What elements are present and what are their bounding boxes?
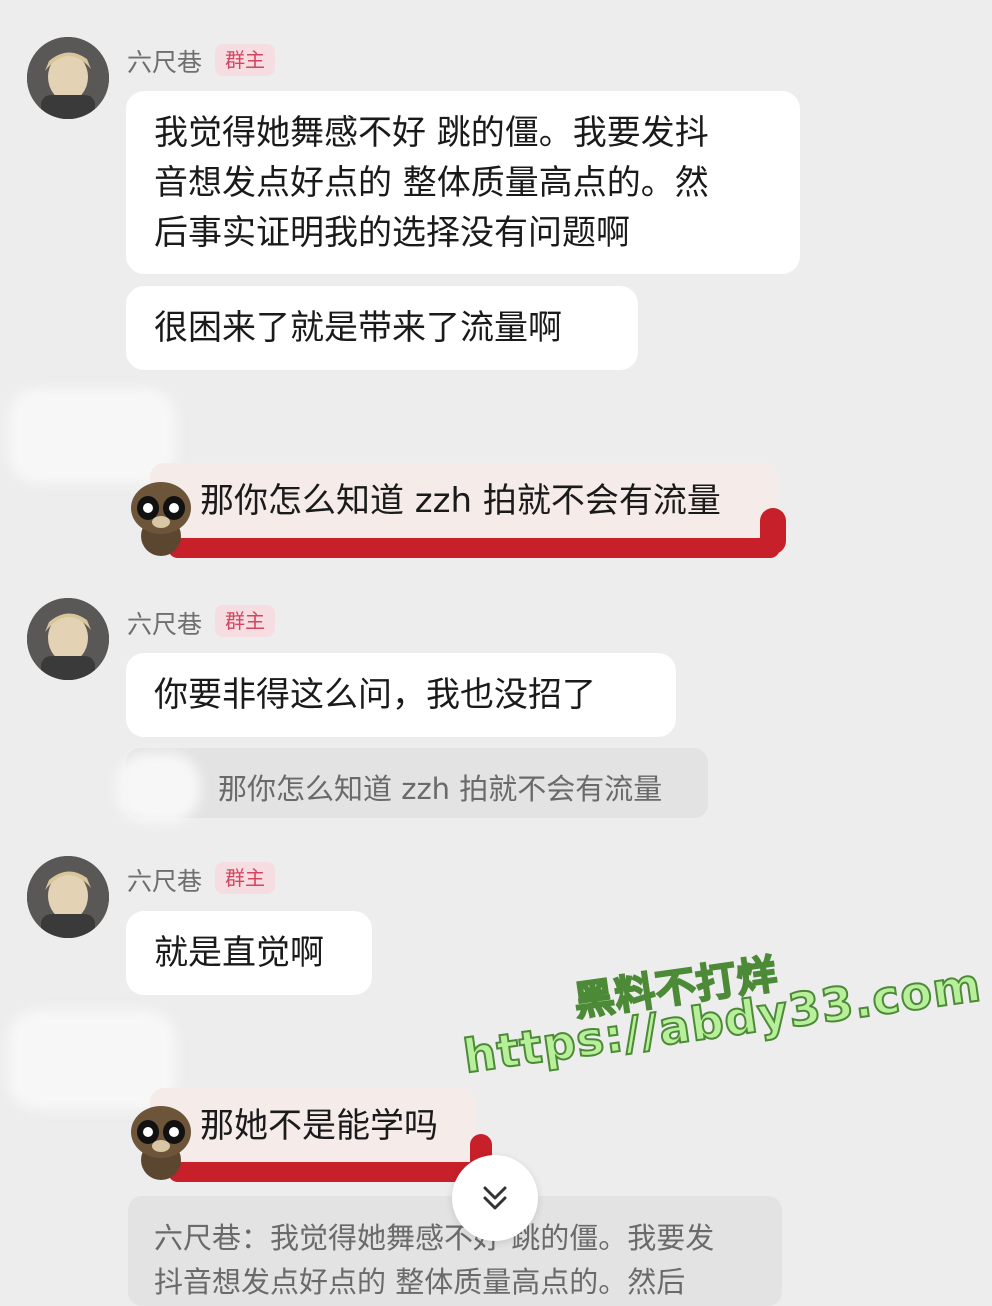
raccoon-sticker-icon — [126, 1102, 196, 1184]
scroll-to-bottom-button[interactable] — [452, 1155, 538, 1241]
quoted-reply[interactable]: 那你怎么知道 zzh 拍就不会有流量 — [116, 748, 708, 823]
sender-name: 六尺巷 — [127, 867, 203, 896]
owner-badge: 群主 — [215, 605, 275, 637]
avatar-liuchixiang[interactable] — [27, 856, 109, 938]
reply-preview-text: 六尺巷：我觉得她舞感不好 跳的僵。我要发 抖音想发点好点的 整体质量高点的。然后 — [154, 1221, 715, 1299]
message-bubble[interactable]: 我觉得她舞感不好 跳的僵。我要发抖 音想发点好点的 整体质量高点的。然 后事实证… — [126, 91, 800, 274]
message-bubble[interactable]: 很困来了就是带来了流量啊 — [126, 286, 638, 370]
chevron-double-down-icon — [483, 1186, 507, 1210]
quoted-text: 那你怎么知道 zzh 拍就不会有流量 — [218, 772, 663, 806]
owner-badge: 群主 — [215, 862, 275, 894]
my-message-bubble[interactable]: 那她不是能学吗 — [150, 1088, 476, 1168]
message-bubble[interactable]: 就是直觉啊 — [126, 911, 372, 995]
avatar-liuchixiang[interactable] — [27, 37, 109, 119]
owner-badge: 群主 — [215, 44, 275, 76]
raccoon-sticker-icon — [126, 478, 196, 560]
highlight-underline — [168, 538, 780, 558]
my-message-bubble[interactable]: 那你怎么知道 zzh 拍就不会有流量 — [150, 463, 778, 545]
sender-name: 六尺巷 — [127, 48, 203, 77]
sender-name: 六尺巷 — [127, 610, 203, 639]
highlight-underline — [168, 1162, 486, 1182]
redacted-quote-avatar — [116, 753, 200, 823]
highlight-curl — [760, 508, 786, 554]
avatar-liuchixiang[interactable] — [27, 598, 109, 680]
message-bubble[interactable]: 你要非得这么问，我也没招了 — [126, 653, 676, 737]
